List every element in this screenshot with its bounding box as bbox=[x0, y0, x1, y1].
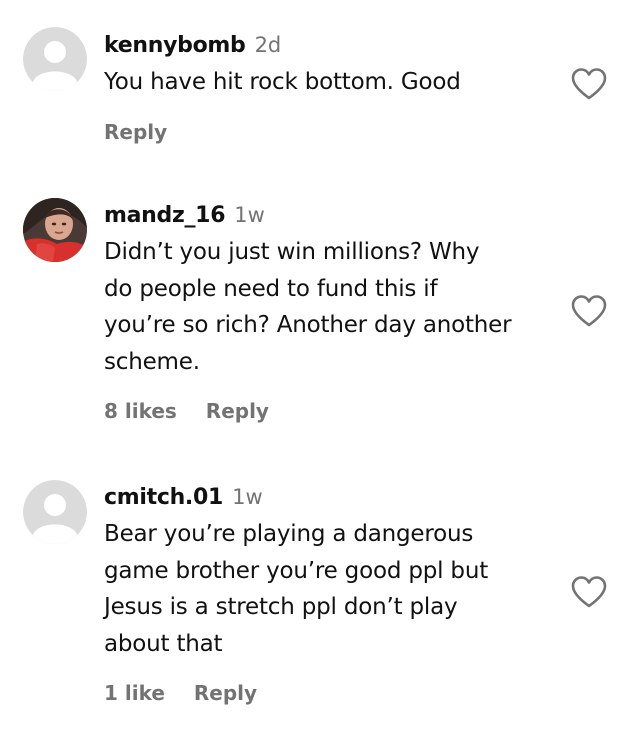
likes-count[interactable]: 8 likes bbox=[104, 399, 177, 423]
comment-text: Bear you’re playing a dangerous game bro… bbox=[104, 516, 564, 662]
comment-header: mandz_16 1w bbox=[104, 200, 564, 230]
comment-timestamp[interactable]: 1w bbox=[232, 485, 263, 509]
comment-text-line: Didn’t you just win millions? Why bbox=[104, 239, 480, 265]
comment-text: You have hit rock bottom. Good bbox=[104, 64, 564, 101]
photo-avatar[interactable] bbox=[23, 198, 87, 262]
comment-text-line: You have hit rock bottom. Good bbox=[104, 69, 461, 95]
reply-button[interactable]: Reply bbox=[104, 120, 167, 144]
comment-header: kennybomb 2d bbox=[104, 30, 564, 60]
comment-text-line: game brother you’re good ppl but bbox=[104, 557, 489, 584]
heart-icon[interactable] bbox=[570, 294, 608, 328]
reply-button[interactable]: Reply bbox=[194, 681, 257, 705]
default-avatar-icon[interactable] bbox=[23, 27, 87, 91]
reply-button[interactable]: Reply bbox=[206, 399, 269, 423]
comment-text-line: Jesus is a stretch ppl don’t play bbox=[104, 594, 458, 620]
likes-count[interactable]: 1 like bbox=[104, 681, 165, 705]
heart-icon[interactable] bbox=[570, 67, 608, 101]
comment-actions: 8 likes Reply bbox=[104, 399, 269, 423]
heart-icon[interactable] bbox=[570, 575, 608, 609]
comment-username[interactable]: kennybomb bbox=[104, 33, 246, 58]
comment-username[interactable]: mandz_16 bbox=[104, 203, 226, 228]
comment-text-line: about that bbox=[104, 630, 223, 657]
comment-timestamp[interactable]: 1w bbox=[234, 203, 265, 227]
comment-header: cmitch.01 1w bbox=[104, 482, 564, 512]
comment-text-line: scheme. bbox=[104, 348, 200, 375]
comment-actions: 1 like Reply bbox=[104, 681, 257, 705]
comment-text-line: Bear you’re playing a dangerous bbox=[104, 521, 474, 547]
default-avatar-icon[interactable] bbox=[23, 480, 87, 544]
comment-text-line: you’re so rich? Another day another bbox=[104, 312, 512, 338]
comment-text-line: do people need to fund this if bbox=[104, 275, 438, 302]
comment-username[interactable]: cmitch.01 bbox=[104, 485, 223, 510]
comment-text: Didn’t you just win millions? Why do peo… bbox=[104, 234, 564, 380]
comment-actions: Reply bbox=[104, 120, 167, 144]
comment-timestamp[interactable]: 2d bbox=[255, 33, 282, 57]
